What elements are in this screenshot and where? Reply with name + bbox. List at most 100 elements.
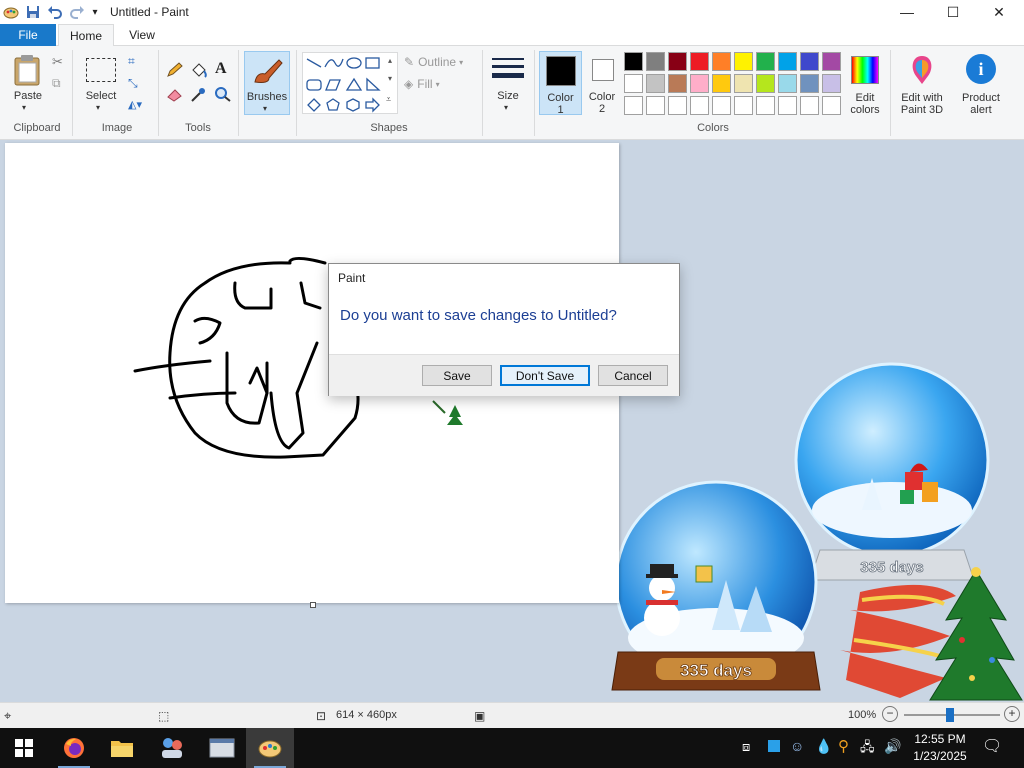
rotate-icon[interactable]: ◭▾ [128,98,142,111]
palette-swatch[interactable] [624,52,643,71]
palette-swatch[interactable] [668,52,687,71]
palette-swatch[interactable] [800,74,819,93]
palette-swatch[interactable] [668,96,687,115]
tray-app-icon[interactable]: ⧈ [742,739,750,755]
palette-swatch[interactable] [778,96,797,115]
select-button[interactable]: Select ▾ [80,52,122,114]
palette-swatch[interactable] [734,96,753,115]
clock-date[interactable]: 1/23/2025 [904,749,976,763]
fill-bucket-icon[interactable] [190,62,208,78]
palette-swatch[interactable] [712,96,731,115]
tray-blue-square-icon[interactable] [768,740,780,752]
palette-swatch[interactable] [822,52,841,71]
edit-with-paint3d-button[interactable]: Edit with Paint 3D [894,52,950,116]
eraser-icon[interactable] [166,86,184,102]
zoom-out-icon[interactable]: − [882,706,898,722]
cancel-button[interactable]: Cancel [598,365,668,386]
crop-icon[interactable]: ⌗ [128,54,135,69]
close-button[interactable]: ✕ [976,0,1022,24]
palette-swatch[interactable] [756,96,775,115]
palette-swatch[interactable] [778,52,797,71]
palette-swatch[interactable] [690,96,709,115]
volume-icon[interactable]: 🔊 [884,738,901,755]
shapes-gallery[interactable] [302,52,398,114]
outline-button[interactable]: ✎ Outline ▾ [404,54,474,70]
palette-swatch[interactable] [778,74,797,93]
palette-swatch[interactable] [822,74,841,93]
palette-swatch[interactable] [756,52,775,71]
zoom-slider-thumb[interactable] [946,708,954,722]
color2-button[interactable]: Color 2 [584,51,620,115]
canvas-size-icon: ⊡ [316,709,327,723]
start-button[interactable] [0,728,48,768]
resize-icon[interactable]: ⤡ [128,76,138,91]
copy-icon[interactable]: ⧉ [52,76,61,91]
minimize-button[interactable]: — [884,0,930,24]
palette-swatch[interactable] [624,96,643,115]
snow-globe-wallpaper: 335 days 335 days [611,362,1023,701]
palette-swatch[interactable] [646,52,665,71]
palette-swatch[interactable] [822,96,841,115]
tray-drop-icon[interactable]: 💧 [815,738,832,755]
palette-swatch[interactable] [646,74,665,93]
taskbar-firefox[interactable] [50,728,98,768]
size-dropdown-icon: ▾ [504,103,509,112]
customize-toolbar-chevron-icon[interactable]: ▾ [88,1,102,23]
taskbar-file-explorer[interactable] [98,728,146,768]
product-alert-button[interactable]: i Product alert [954,52,1008,116]
palette-swatch[interactable] [646,96,665,115]
palette-swatch[interactable] [712,74,731,93]
maximize-button[interactable]: ☐ [930,0,976,24]
size-button[interactable]: Size ▾ [488,52,528,114]
paste-button[interactable]: Paste ▾ [8,52,48,114]
shapes-scroll-up-icon[interactable]: ▴ [388,56,392,65]
taskbar-app-people[interactable] [148,728,196,768]
tab-home[interactable]: Home [58,24,114,47]
select-label: Select [85,90,117,102]
ribbon-tabs: File Home View [0,24,1024,47]
palette-swatch[interactable] [624,74,643,93]
edit-colors-button[interactable]: Edit colors [846,52,884,116]
palette-swatch[interactable] [800,96,819,115]
tray-people-icon[interactable]: ☺ [790,738,804,754]
color-picker-icon[interactable] [190,86,208,102]
color-palette [624,52,846,118]
shapes-scroll-down-icon[interactable]: ▾ [388,74,392,83]
color2-label: Color [588,91,616,103]
palette-swatch[interactable] [690,52,709,71]
shapes-expand-icon[interactable]: ⩡ [386,94,391,105]
magnifier-icon[interactable] [214,86,232,102]
tab-file[interactable]: File [0,24,56,46]
color1-button[interactable]: Color 1 [539,51,582,116]
network-icon[interactable]: 🖧 [860,738,875,760]
taskbar-app-window[interactable] [198,728,246,768]
palette-swatch[interactable] [800,52,819,71]
palette-swatch[interactable] [734,52,753,71]
cut-icon[interactable]: ✂ [52,54,63,70]
palette-swatch[interactable] [756,74,775,93]
palette-swatch[interactable] [690,74,709,93]
save-changes-dialog: Paint Do you want to save changes to Unt… [328,263,680,396]
tray-search-icon[interactable]: ⚲ [838,737,849,755]
save-icon[interactable] [22,1,44,23]
paint-app-icon[interactable] [0,1,22,23]
text-tool-icon[interactable]: A [215,60,227,78]
canvas-resize-handle[interactable] [310,602,316,608]
pencil-icon[interactable] [166,62,184,78]
save-button[interactable]: Save [422,365,492,386]
palette-swatch[interactable] [712,52,731,71]
palette-swatch[interactable] [668,74,687,93]
undo-icon[interactable] [44,1,66,23]
fill-button[interactable]: ◈ Fill ▾ [404,76,474,92]
brushes-button[interactable]: Brushes ▾ [244,51,290,115]
color1-swatch [546,56,576,86]
color1-number: 1 [557,104,564,116]
redo-icon[interactable] [66,1,88,23]
dont-save-button[interactable]: Don't Save [500,365,590,386]
notifications-icon[interactable]: 🗨 [982,736,1002,756]
tab-view[interactable]: View [118,24,166,46]
clock-time[interactable]: 12:55 PM [904,732,976,746]
zoom-in-icon[interactable]: + [1004,706,1020,722]
taskbar-paint[interactable] [246,728,294,768]
palette-swatch[interactable] [734,74,753,93]
